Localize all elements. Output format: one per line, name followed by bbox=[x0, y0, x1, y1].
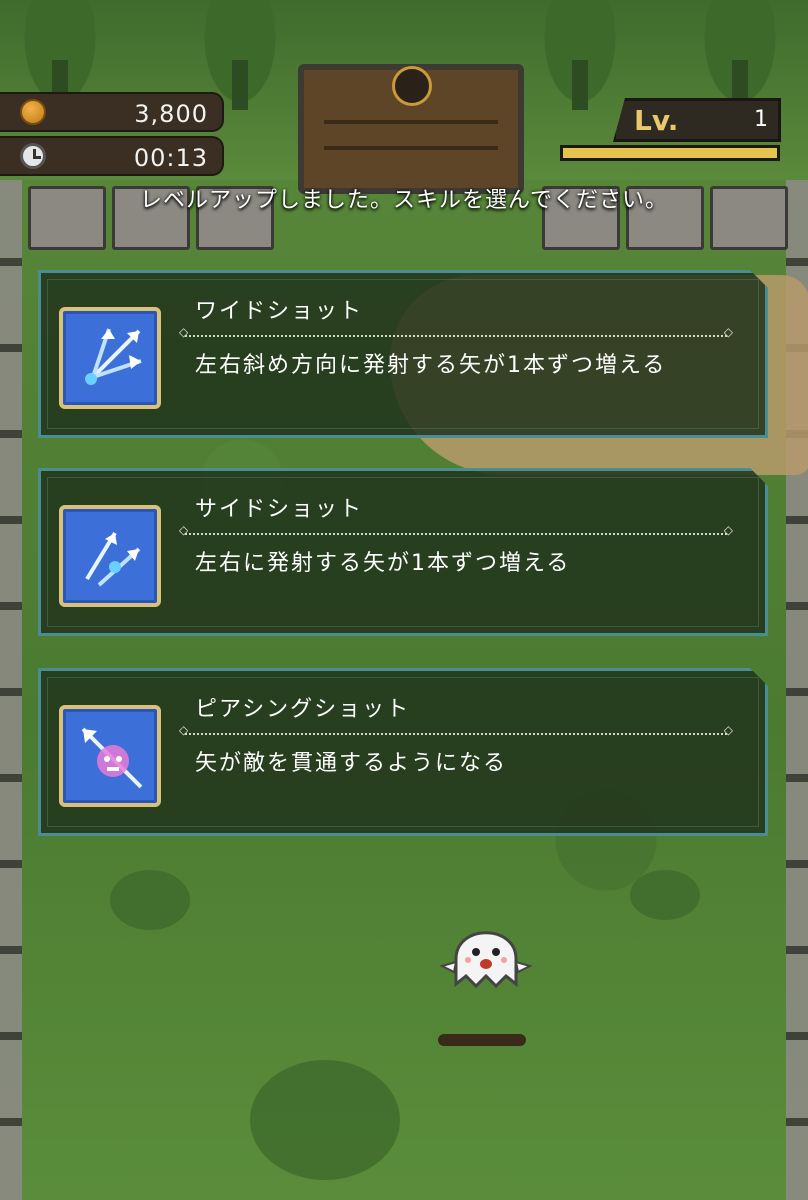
skill-title: サイドショット bbox=[195, 497, 364, 522]
timer: 00:13 bbox=[0, 136, 224, 176]
divider bbox=[179, 325, 733, 339]
clock-icon bbox=[20, 143, 46, 169]
xp-bar bbox=[560, 145, 780, 161]
divider bbox=[179, 723, 733, 737]
level-indicator: Lv. 1 bbox=[613, 98, 781, 142]
ghost-enemy-icon bbox=[439, 931, 533, 989]
bush bbox=[630, 870, 700, 920]
bush bbox=[110, 870, 190, 930]
divider bbox=[179, 523, 733, 537]
skill-card-piercing-shot[interactable]: ピアシングショット 矢が敵を貫通するようになる bbox=[38, 668, 768, 836]
skill-description: 左右に発射する矢が1本ずつ増える bbox=[195, 551, 571, 576]
level-label: Lv. bbox=[634, 104, 679, 137]
timer-value: 00:13 bbox=[133, 144, 208, 172]
coin-icon bbox=[20, 99, 46, 125]
skill-title: ワイドショット bbox=[195, 299, 364, 324]
coin-counter: 3,800 bbox=[0, 92, 224, 132]
wide-shot-icon bbox=[59, 307, 161, 409]
dungeon-gate bbox=[298, 64, 524, 194]
stone-wall-left bbox=[0, 180, 22, 1200]
level-up-prompt: レベルアップしました。スキルを選んでください。 bbox=[140, 188, 668, 213]
skill-description: 矢が敵を貫通するようになる bbox=[195, 751, 508, 776]
tree bbox=[540, 0, 620, 110]
level-value: 1 bbox=[754, 107, 768, 132]
skill-card-wide-shot[interactable]: ワイドショット 左右斜め方向に発射する矢が1本ずつ増える bbox=[38, 270, 768, 438]
skill-card-side-shot[interactable]: サイドショット 左右に発射する矢が1本ずつ増える bbox=[38, 468, 768, 636]
skill-title: ピアシングショット bbox=[195, 697, 411, 722]
bush bbox=[250, 1060, 400, 1180]
tree bbox=[700, 0, 780, 110]
enemy-shadow bbox=[438, 1034, 526, 1046]
piercing-shot-icon bbox=[59, 705, 161, 807]
side-shot-icon bbox=[59, 505, 161, 607]
skill-description: 左右斜め方向に発射する矢が1本ずつ増える bbox=[195, 353, 667, 378]
skull-emblem-icon bbox=[392, 66, 432, 106]
xp-bar-fill bbox=[563, 148, 777, 158]
coin-value: 3,800 bbox=[134, 100, 208, 128]
